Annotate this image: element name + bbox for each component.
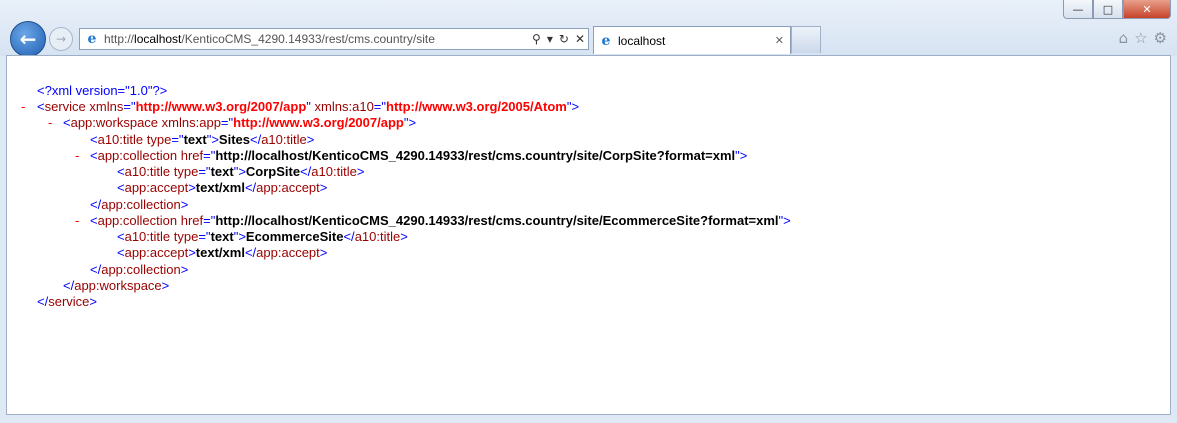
browser-chrome: — □ ✕ ← → e http://localhost/KenticoCMS_… xyxy=(0,0,1177,57)
new-tab-button[interactable] xyxy=(791,26,821,53)
page-content: <?xml version="1.0"?> - <service xmlns="… xyxy=(6,55,1171,415)
collapse-corp-collection-toggle[interactable]: - xyxy=(75,148,79,164)
dropdown-icon[interactable]: ▾ xyxy=(544,32,556,46)
search-icon[interactable]: ⚲ xyxy=(529,32,544,46)
collapse-service-toggle[interactable]: - xyxy=(21,99,25,115)
favorites-icon[interactable]: ☆ xyxy=(1134,29,1147,47)
xml-declaration: <?xml version="1.0"?> xyxy=(37,83,168,98)
corp-collection-close-line: </app:collection> xyxy=(90,197,189,212)
address-bar[interactable]: e http://localhost/KenticoCMS_4290.14933… xyxy=(79,28,589,50)
corp-title-line: <a10:title type="text">CorpSite</a10:tit… xyxy=(117,164,365,179)
workspace-open-line: <app:workspace xmlns:app="http://www.w3.… xyxy=(63,115,417,130)
stop-icon[interactable]: ✕ xyxy=(572,32,588,46)
corp-accept-line: <app:accept>text/xml</app:accept> xyxy=(117,180,328,195)
home-icon[interactable]: ⌂ xyxy=(1119,29,1129,47)
ecom-accept-line: <app:accept>text/xml</app:accept> xyxy=(117,245,328,260)
service-close-line: </service> xyxy=(37,294,97,309)
forward-button[interactable]: → xyxy=(49,27,73,51)
url-host: localhost xyxy=(134,32,182,46)
ecom-collection-open-line: <app:collection href="http://localhost/K… xyxy=(90,213,791,228)
url-scheme: http:// xyxy=(104,32,135,46)
workspace-close-line: </app:workspace> xyxy=(63,278,170,293)
maximize-button[interactable]: □ xyxy=(1093,0,1123,19)
workspace-title-line: <a10:title type="text">Sites</a10:title> xyxy=(90,132,315,147)
url-text[interactable]: http://localhost/KenticoCMS_4290.14933/r… xyxy=(104,32,529,46)
refresh-icon[interactable]: ↻ xyxy=(556,32,572,46)
tab-ie-icon: e xyxy=(601,32,611,49)
collapse-workspace-toggle[interactable]: - xyxy=(48,115,52,131)
url-path: /KenticoCMS_4290.14933/rest/cms.country/… xyxy=(181,32,435,46)
tab-title: localhost xyxy=(618,33,666,48)
ecom-title-line: <a10:title type="text">EcommerceSite</a1… xyxy=(117,229,408,244)
tab-close-icon[interactable]: ✕ xyxy=(775,34,790,47)
corp-collection-open-line: <app:collection href="http://localhost/K… xyxy=(90,148,748,163)
close-window-button[interactable]: ✕ xyxy=(1123,0,1171,19)
ie-page-icon: e xyxy=(87,31,97,47)
toolbar-icons: ⌂ ☆ ⚙ xyxy=(1119,29,1167,47)
tab-localhost[interactable]: e localhost ✕ xyxy=(593,26,791,54)
back-button[interactable]: ← xyxy=(10,21,46,57)
forward-arrow-icon: → xyxy=(55,32,67,46)
settings-icon[interactable]: ⚙ xyxy=(1154,29,1167,47)
service-open-line: <service xmlns="http://www.w3.org/2007/a… xyxy=(37,99,580,114)
ecom-collection-close-line: </app:collection> xyxy=(90,262,189,277)
minimize-button[interactable]: — xyxy=(1063,0,1093,19)
back-arrow-icon: ← xyxy=(19,27,37,51)
window-controls: — □ ✕ xyxy=(1063,0,1171,19)
collapse-ecom-collection-toggle[interactable]: - xyxy=(75,213,79,229)
